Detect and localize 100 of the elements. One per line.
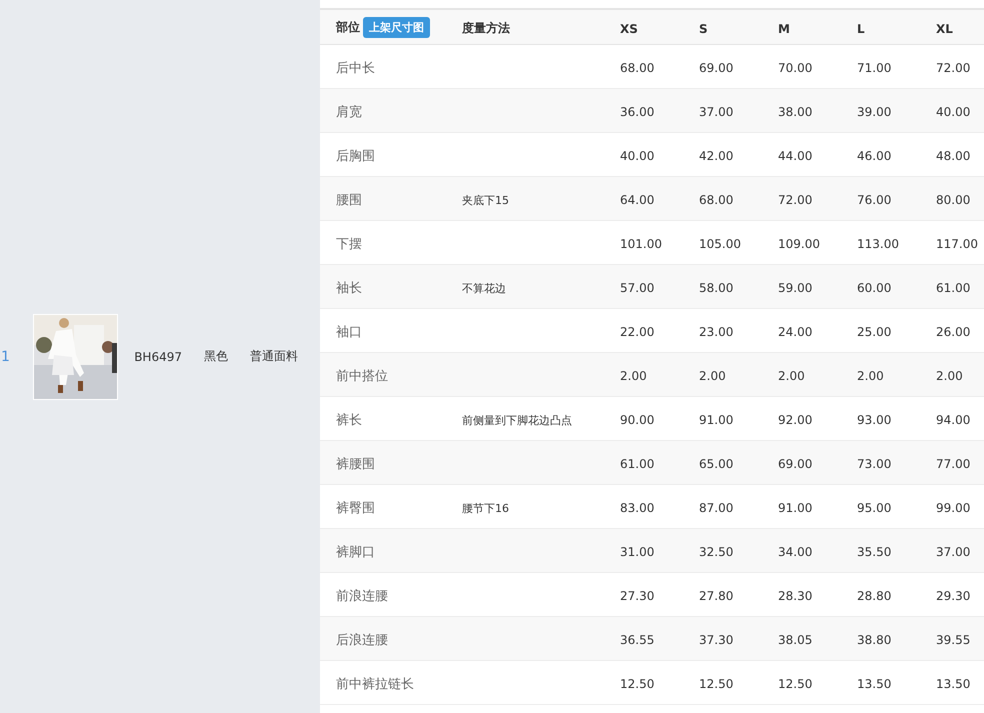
table-cell: 37.00 (936, 545, 970, 559)
table-cell: 72.00 (936, 61, 970, 75)
table-cell: 48.00 (936, 149, 970, 163)
table-cell: 裤腰围 (336, 456, 375, 472)
table-cell: 91.00 (778, 501, 812, 515)
table-cell: 前中搭位 (336, 368, 388, 384)
table-cell: 37.00 (699, 105, 734, 119)
table-cell: 105.00 (699, 237, 741, 251)
table-cell: 80.00 (936, 193, 970, 207)
table-cell: 70.00 (778, 61, 812, 75)
table-cell: 后胸围 (336, 148, 375, 164)
table-cell: 下摆 (336, 236, 362, 252)
table-cell: 61.00 (936, 281, 970, 295)
table-cell: 37.30 (699, 633, 734, 647)
table-cell: 13.50 (936, 677, 970, 691)
table-cell: 60.00 (857, 281, 892, 295)
table-cell: 59.00 (778, 281, 812, 295)
table-cell: 31.00 (620, 545, 654, 559)
table-cell: 83.00 (620, 501, 654, 515)
table-cell: 73.00 (857, 457, 892, 471)
table-cell: 57.00 (620, 281, 654, 295)
column-header: M (778, 22, 790, 36)
column-header: XL (936, 22, 953, 36)
table-cell: 69.00 (778, 457, 812, 471)
table-cell: 46.00 (857, 149, 892, 163)
table-cell: 前侧量到下脚花边凸点 (462, 414, 572, 427)
table-cell: 101.00 (620, 237, 662, 251)
table-cell: 12.50 (620, 677, 654, 691)
table-cell: 12.50 (699, 677, 734, 691)
table-cell: 42.00 (699, 149, 734, 163)
table-cell: 后浪连腰 (336, 632, 388, 648)
table-cell: 夹底下15 (462, 194, 509, 207)
table-cell: 不算花边 (462, 282, 506, 295)
table-cell: 76.00 (857, 193, 892, 207)
table-cell: 109.00 (778, 237, 820, 251)
table-cell: 裤长 (336, 412, 362, 428)
table-cell: 91.00 (699, 413, 734, 427)
table-cell: 26.00 (936, 325, 970, 339)
product-color: 黑色 (204, 348, 228, 365)
table-cell: 2.00 (936, 369, 963, 383)
table-cell: 肩宽 (336, 104, 362, 120)
column-header: 部位 (336, 20, 360, 34)
table-cell: 2.00 (857, 369, 884, 383)
table-cell: 61.00 (620, 457, 654, 471)
table-cell: 裤脚口 (336, 544, 375, 560)
table-cell: 38.05 (778, 633, 812, 647)
table-cell: 23.00 (699, 325, 734, 339)
fabric-type: 普通面料 (250, 348, 298, 365)
table-cell: 92.00 (778, 413, 812, 427)
table-cell: 24.00 (778, 325, 812, 339)
column-header: S (699, 22, 708, 36)
table-cell: 113.00 (857, 237, 899, 251)
table-cell: 44.00 (778, 149, 812, 163)
table-cell: 34.00 (778, 545, 812, 559)
table-cell: 35.50 (857, 545, 892, 559)
table-cell: 39.55 (936, 633, 970, 647)
table-cell: 2.00 (699, 369, 726, 383)
table-cell: 40.00 (620, 149, 654, 163)
column-header: 度量方法 (462, 21, 510, 35)
table-cell: 95.00 (857, 501, 892, 515)
table-cell: 27.30 (620, 589, 654, 603)
table-cell: 58.00 (699, 281, 734, 295)
table-cell: 71.00 (857, 61, 892, 75)
table-cell: 68.00 (699, 193, 734, 207)
table-cell: 裤臀围 (336, 500, 375, 516)
table-cell: 69.00 (699, 61, 734, 75)
table-cell: 39.00 (857, 105, 892, 119)
table-cell: 65.00 (699, 457, 734, 471)
column-header: L (857, 22, 865, 36)
table-cell: 93.00 (857, 413, 892, 427)
product-code: BH6497 (134, 350, 182, 364)
table-cell: 29.30 (936, 589, 970, 603)
table-cell: 27.80 (699, 589, 734, 603)
table-cell: 68.00 (620, 61, 654, 75)
table-cell: 117.00 (936, 237, 978, 251)
table-cell: 38.00 (778, 105, 812, 119)
table-cell: 94.00 (936, 413, 970, 427)
table-cell: 77.00 (936, 457, 970, 471)
table-cell: 28.30 (778, 589, 812, 603)
row-number: 1 (1, 348, 11, 364)
table-cell: 2.00 (620, 369, 647, 383)
table-cell: 64.00 (620, 193, 654, 207)
table-cell: 2.00 (778, 369, 805, 383)
table-cell: 32.50 (699, 545, 734, 559)
table-cell: 腰围 (336, 192, 362, 208)
table-cell: 99.00 (936, 501, 970, 515)
table-cell: 袖口 (336, 324, 362, 340)
table-cell: 28.80 (857, 589, 892, 603)
table-cell: 40.00 (936, 105, 970, 119)
table-cell: 13.50 (857, 677, 892, 691)
table-cell: 前浪连腰 (336, 588, 388, 604)
size-chart-button[interactable]: 上架尺寸图 (363, 17, 430, 38)
table-cell: 前中裤拉链长 (336, 676, 414, 692)
table-cell: 36.00 (620, 105, 654, 119)
table-cell: 38.80 (857, 633, 892, 647)
table-cell: 腰节下16 (462, 502, 509, 515)
table-cell: 72.00 (778, 193, 812, 207)
table-cell: 87.00 (699, 501, 734, 515)
column-header: XS (620, 22, 638, 36)
table-cell: 22.00 (620, 325, 654, 339)
